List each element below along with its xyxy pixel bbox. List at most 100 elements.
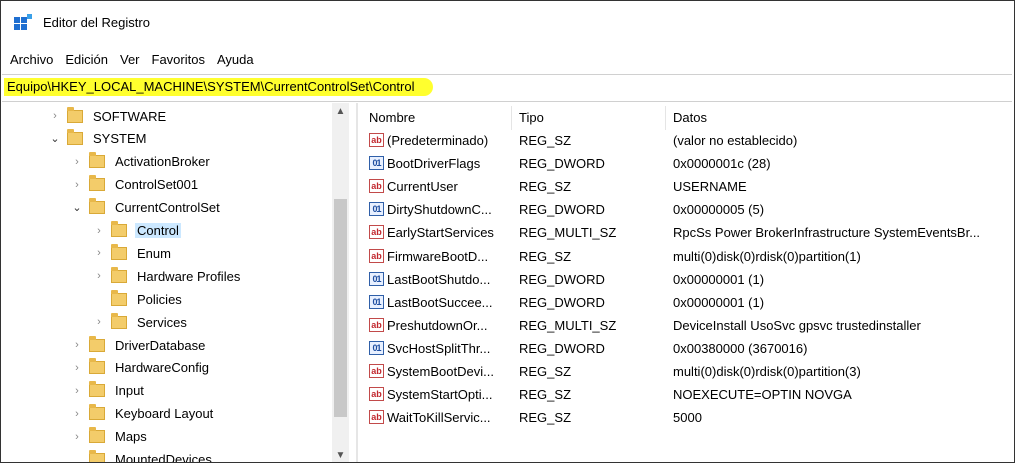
value-row[interactable]: ab PreshutdownOr... REG_MULTI_SZ DeviceInst… xyxy=(361,315,1014,338)
title-bar: Editor del Registro xyxy=(1,1,1014,43)
chevron-right-icon[interactable]: › xyxy=(71,361,83,375)
key-tree: › SOFTWARE ⌄ SYSTEM › ActivationBroker › Contro… xyxy=(9,103,351,463)
tree-item-hardwareconfig[interactable]: › HardwareConfig xyxy=(71,357,211,379)
chevron-right-icon[interactable]: › xyxy=(71,155,83,169)
tree-item-input[interactable]: › Input xyxy=(71,380,146,402)
value-row[interactable]: ab SystemBootDevi... REG_SZ multi(0)disk(0)… xyxy=(361,361,1014,384)
menu-ayuda[interactable]: Ayuda xyxy=(217,52,254,67)
chevron-right-icon[interactable]: › xyxy=(71,384,83,398)
value-type: REG_DWORD xyxy=(519,271,605,287)
value-row[interactable]: 01 SvcHostSplitThr... REG_DWORD 0x00380000 … xyxy=(361,338,1014,361)
value-data: multi(0)disk(0)rdisk(0)partition(3) xyxy=(673,364,861,379)
scroll-thumb[interactable] xyxy=(334,199,347,417)
tree-item-label: CurrentControlSet xyxy=(115,200,220,216)
folder-icon xyxy=(89,381,105,398)
menu-edicion[interactable]: Edición xyxy=(65,52,108,67)
tree-item-label: HardwareConfig xyxy=(115,360,209,376)
value-type: REG_MULTI_SZ xyxy=(519,317,617,333)
chevron-right-icon[interactable]: › xyxy=(93,315,105,329)
chevron-right-icon[interactable]: › xyxy=(93,269,105,283)
menu-archivo[interactable]: Archivo xyxy=(10,52,53,67)
value-type: REG_DWORD xyxy=(519,340,605,356)
tree-item-controlset001[interactable]: › ControlSet001 xyxy=(71,174,200,196)
folder-icon xyxy=(89,404,105,421)
chevron-right-icon[interactable]: › xyxy=(93,246,105,260)
address-path[interactable]: Equipo\HKEY_LOCAL_MACHINE\SYSTEM\Current… xyxy=(4,78,433,96)
tree-item-enum[interactable]: › Enum xyxy=(93,242,173,264)
chevron-right-icon[interactable]: › xyxy=(71,430,83,444)
value-type: REG_SZ xyxy=(519,248,572,264)
tree-item-services[interactable]: › Services xyxy=(93,311,189,333)
tree-item-activationbroker[interactable]: › ActivationBroker xyxy=(71,151,212,173)
tree-item-label: MountedDevices xyxy=(115,452,212,463)
value-row[interactable]: 01 LastBootSuccee... REG_DWORD 0x00000001 (… xyxy=(361,292,1014,315)
value-row[interactable]: ab (Predeterminado) REG_SZ (valor no establ… xyxy=(361,130,1014,153)
pane-splitter[interactable] xyxy=(356,103,358,462)
tree-item-label: Services xyxy=(137,314,187,330)
folder-icon xyxy=(89,175,105,192)
value-row[interactable]: ab WaitToKillServic... REG_SZ 5000 xyxy=(361,407,1014,430)
folder-icon xyxy=(111,221,127,237)
tree-item-keyboard-layout[interactable]: › Keyboard Layout xyxy=(71,403,215,425)
value-name: FirmwareBootD... xyxy=(387,248,489,264)
tree-scrollbar[interactable]: ▲ ▼ xyxy=(332,103,349,462)
chevron-down-icon[interactable]: ⌄ xyxy=(49,132,61,146)
binary-value-icon: 01 xyxy=(369,156,384,171)
scroll-up-arrow-icon[interactable]: ▲ xyxy=(332,103,349,120)
column-header-type[interactable]: Tipo xyxy=(519,110,544,125)
column-header-name[interactable]: Nombre xyxy=(369,110,415,125)
tree-item-hardware-profiles[interactable]: › Hardware Profiles xyxy=(93,265,242,287)
chevron-right-icon[interactable]: › xyxy=(71,178,83,192)
tree-item-mounteddevices[interactable]: MountedDevices xyxy=(71,449,214,463)
registry-editor-window: Editor del Registro Archivo Edición Ver … xyxy=(0,0,1015,463)
values-list: Nombre Tipo Datos ab (Predeterminado) REG_… xyxy=(361,103,1014,462)
value-row[interactable]: 01 DirtyShutdownC... REG_DWORD 0x00000005 (… xyxy=(361,199,1014,222)
tree-item-control[interactable]: › Control xyxy=(93,220,181,242)
binary-value-icon: 01 xyxy=(369,294,384,309)
value-type: REG_DWORD xyxy=(519,156,605,172)
folder-icon xyxy=(67,106,83,123)
value-name: (Predeterminado) xyxy=(387,133,489,148)
folder-icon xyxy=(89,198,105,215)
menu-ver[interactable]: Ver xyxy=(120,52,140,67)
value-row[interactable]: 01 BootDriverFlags REG_DWORD 0x0000001c (28… xyxy=(361,153,1014,176)
tree-item-driverdatabase[interactable]: › DriverDatabase xyxy=(71,334,207,356)
tree-item-label: Keyboard Layout xyxy=(115,406,214,422)
value-name: WaitToKillServic... xyxy=(387,410,491,426)
tree-item-label: ActivationBroker xyxy=(115,154,210,170)
string-value-icon: ab xyxy=(369,248,384,263)
string-value-icon: ab xyxy=(369,410,384,425)
folder-icon xyxy=(111,243,127,260)
chevron-down-icon[interactable]: ⌄ xyxy=(71,201,83,215)
string-value-icon: ab xyxy=(369,364,384,378)
value-data: multi(0)disk(0)rdisk(0)partition(1) xyxy=(673,248,861,264)
string-value-icon: ab xyxy=(369,179,384,194)
value-row[interactable]: ab CurrentUser REG_SZ USERNAME xyxy=(361,176,1014,199)
value-data: 0x00380000 (3670016) xyxy=(673,340,808,356)
value-name: SystemStartOpti... xyxy=(387,387,493,403)
chevron-right-icon[interactable]: › xyxy=(49,109,61,123)
chevron-right-icon[interactable]: › xyxy=(71,407,83,421)
column-header-data[interactable]: Datos xyxy=(673,110,707,125)
tree-item-policies[interactable]: Policies xyxy=(93,288,184,310)
value-row[interactable]: ab EarlyStartServices REG_MULTI_SZ RpcSs Po… xyxy=(361,222,1014,245)
menu-favoritos[interactable]: Favoritos xyxy=(152,52,205,67)
chevron-right-icon[interactable]: › xyxy=(71,338,83,352)
value-row[interactable]: 01 LastBootShutdo... REG_DWORD 0x00000001 (… xyxy=(361,269,1014,292)
address-bar[interactable]: Equipo\HKEY_LOCAL_MACHINE\SYSTEM\Current… xyxy=(2,74,1012,102)
value-data: (valor no establecido) xyxy=(673,133,798,148)
tree-item-software[interactable]: › SOFTWARE xyxy=(49,105,168,127)
column-divider[interactable] xyxy=(665,106,666,130)
column-divider[interactable] xyxy=(511,106,512,130)
scroll-down-arrow-icon[interactable]: ▼ xyxy=(332,447,349,462)
tree-item-system[interactable]: ⌄ SYSTEM xyxy=(49,128,148,150)
value-row[interactable]: ab SystemStartOpti... REG_SZ NOEXECUTE=OPT… xyxy=(361,384,1014,407)
folder-icon xyxy=(111,312,127,329)
tree-item-maps[interactable]: › Maps xyxy=(71,426,149,448)
value-data: 0x00000005 (5) xyxy=(673,202,765,218)
value-row[interactable]: ab FirmwareBootD... REG_SZ multi(0)disk(0)r… xyxy=(361,246,1014,269)
chevron-right-icon[interactable]: › xyxy=(93,224,105,238)
tree-item-currentcontrolset[interactable]: ⌄ CurrentControlSet xyxy=(71,197,222,219)
value-name: CurrentUser xyxy=(387,179,458,195)
value-name: EarlyStartServices xyxy=(387,225,494,241)
